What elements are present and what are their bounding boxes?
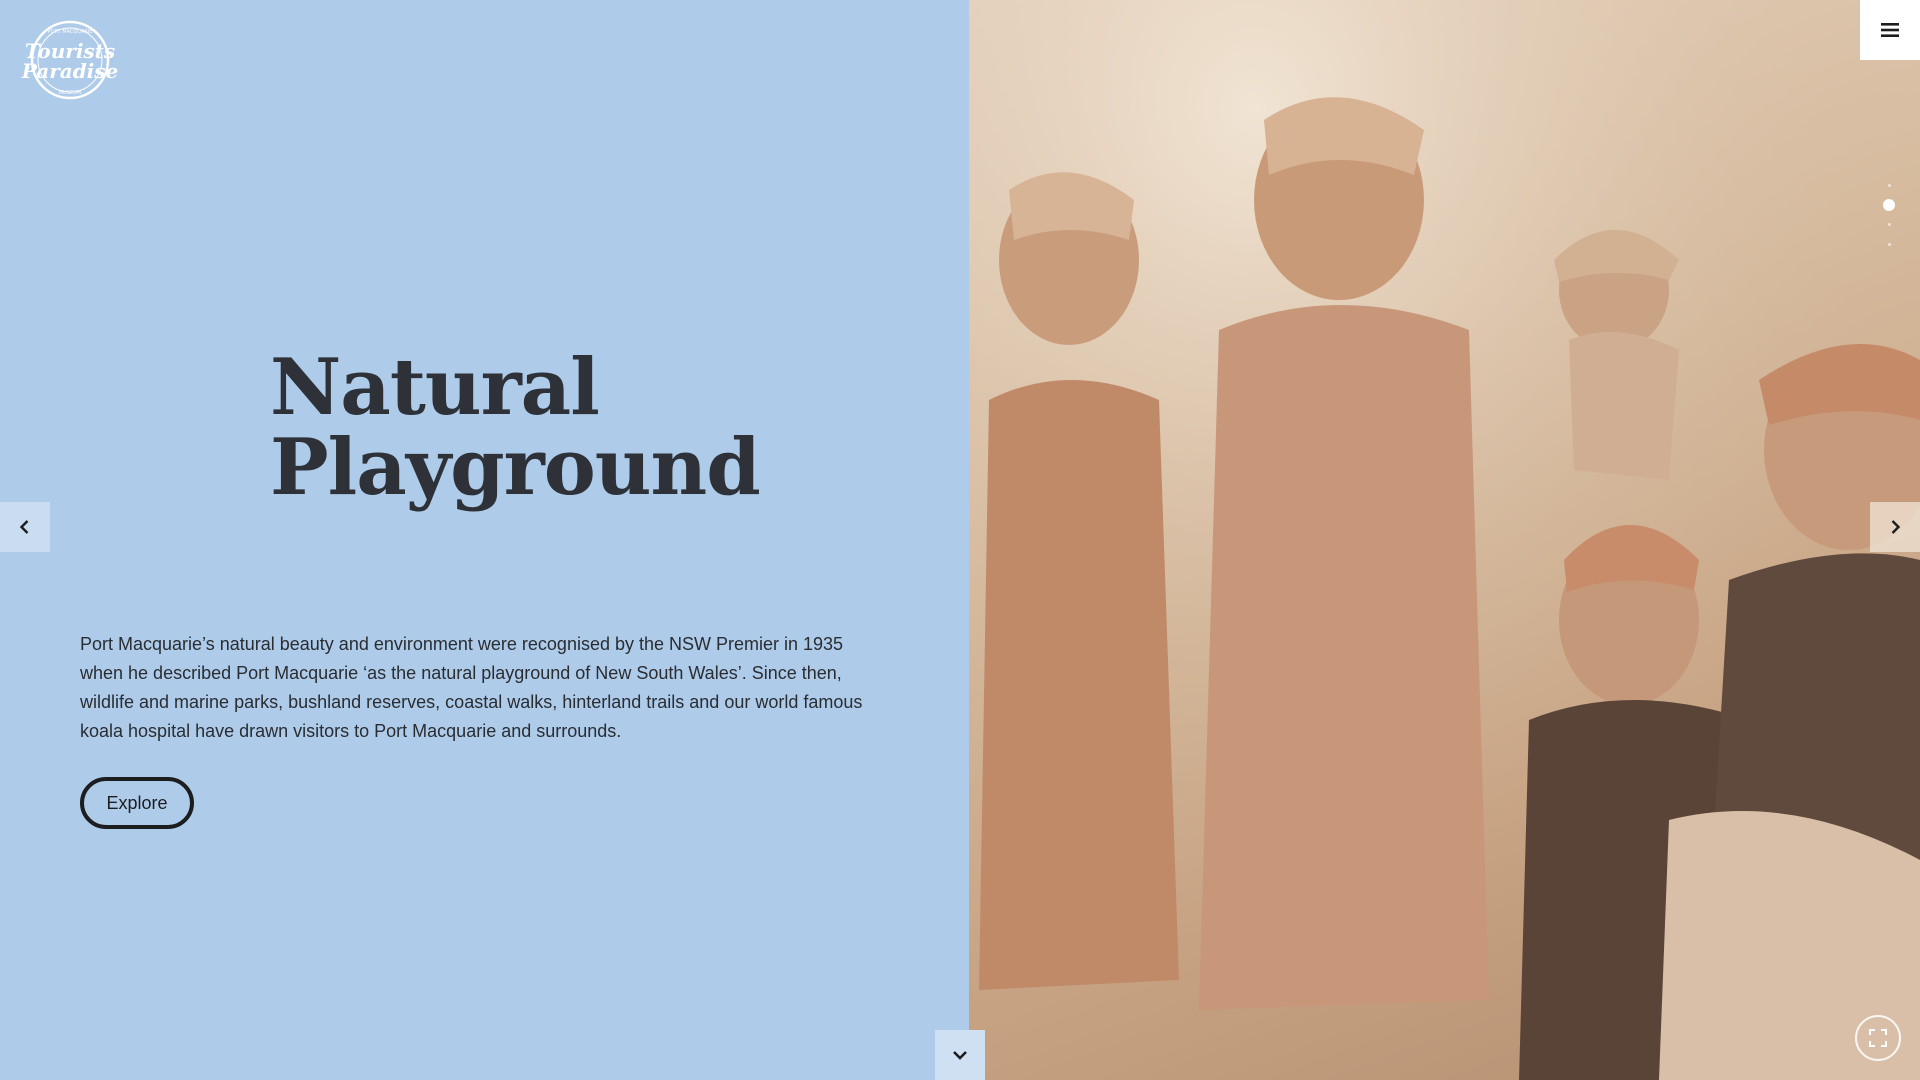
slide-dot-4[interactable] (1888, 243, 1891, 246)
chevron-down-icon (953, 1051, 967, 1060)
hero-description: Port Macquarie’s natural beauty and envi… (80, 634, 863, 741)
scroll-down-button[interactable] (935, 1030, 985, 1080)
logo-badge-icon: Tourists Paradise PORT MACQUARIE MUSEUM (21, 20, 119, 100)
hero-photo (969, 0, 1920, 1080)
site-logo[interactable]: Tourists Paradise PORT MACQUARIE MUSEUM (18, 18, 122, 102)
logo-text-bottom: Paradise (21, 59, 119, 83)
logo-ring-text-bottom: MUSEUM (59, 90, 81, 96)
chevron-left-icon (19, 520, 29, 534)
slide-dot-3[interactable] (1888, 223, 1891, 226)
next-slide-button[interactable] (1870, 502, 1920, 552)
hero-text-panel: Tourists Paradise PORT MACQUARIE MUSEUM … (0, 0, 969, 1080)
fullscreen-expand-icon (1869, 1029, 1887, 1047)
slide-indicator (1882, 180, 1896, 250)
chevron-right-icon (1891, 520, 1901, 534)
sepia-photo-illustration (969, 0, 1920, 1080)
title-line-1: Natural (270, 342, 600, 433)
hamburger-menu-icon (1881, 23, 1899, 37)
menu-button[interactable] (1860, 0, 1920, 60)
title-line-2: Playground (270, 422, 761, 513)
page-title: Natural Playground (270, 348, 910, 508)
fullscreen-button[interactable] (1855, 1015, 1901, 1061)
logo-ring-text-top: PORT MACQUARIE (48, 29, 93, 35)
previous-slide-button[interactable] (0, 502, 50, 552)
slide-dot-active[interactable] (1883, 199, 1895, 211)
slide-dot-1[interactable] (1888, 184, 1891, 187)
explore-button[interactable]: Explore (80, 777, 194, 829)
